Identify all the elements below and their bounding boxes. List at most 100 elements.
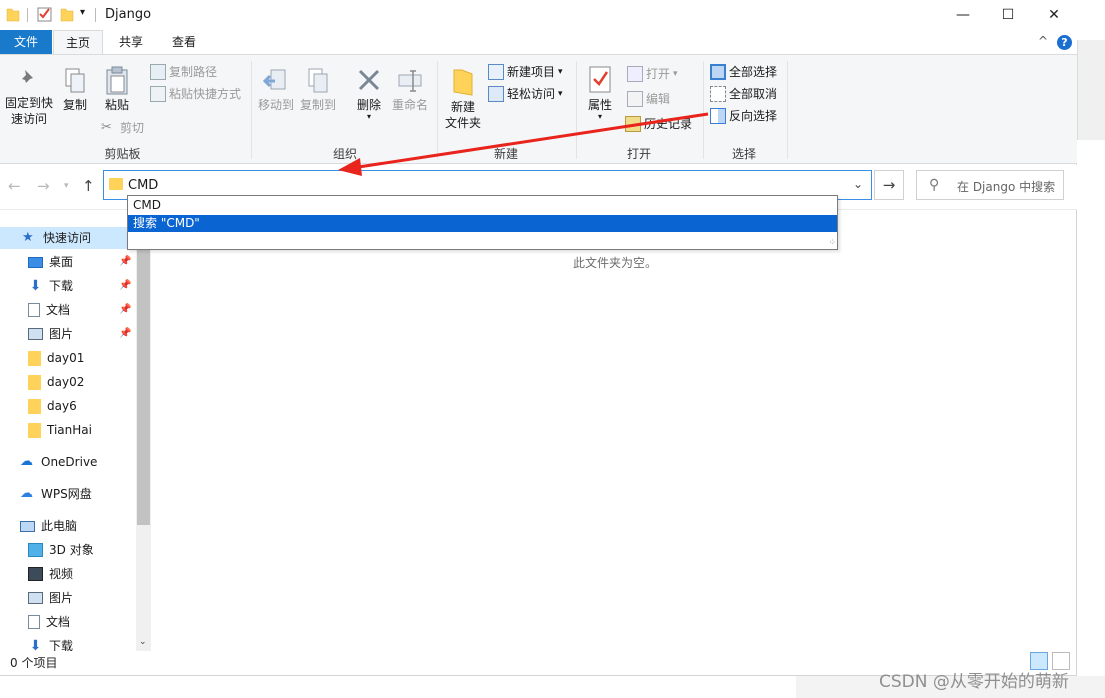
tab-home[interactable]: 主页 [53,30,103,55]
nav-item-pictures[interactable]: 图片 [28,323,73,345]
chevron-down-icon[interactable]: ⌄ [853,177,863,191]
go-arrow-button[interactable]: → [874,170,904,200]
properties-check-icon[interactable] [37,6,53,22]
paste-shortcut-button[interactable]: 粘贴快捷方式 [150,85,241,103]
window-title: Django [105,7,152,22]
copy-label: 复制 [62,98,87,112]
delete-button[interactable]: 删除 ▾ [352,67,386,121]
delete-dropdown-icon[interactable]: ▾ [352,113,386,121]
nav-this-pc[interactable]: 此电脑 [20,515,77,537]
up-arrow-icon[interactable]: ↑ [82,177,95,195]
nav-pc-pictures[interactable]: 图片 [28,587,73,609]
document-icon [28,615,40,629]
rename-icon [398,70,422,92]
invert-selection-label: 反向选择 [729,109,778,123]
group-separator [251,61,252,159]
nav-onedrive[interactable]: ☁ OneDrive [20,451,97,473]
new-folder-label-line2: 文件夹 [444,116,481,130]
new-folder-button[interactable]: 新建 文件夹 [443,67,483,131]
recent-locations-chevron-icon[interactable]: ▾ [64,181,69,191]
tab-file[interactable]: 文件 [0,30,52,54]
background-band [1077,40,1105,140]
tab-share[interactable]: 共享 [106,30,156,54]
nav-item-desktop[interactable]: 桌面 [28,251,73,273]
nav-label: day01 [47,351,85,365]
nav-item-downloads[interactable]: ⬇ 下载 [28,275,73,297]
minimize-button[interactable]: — [940,0,986,30]
cut-button[interactable]: ✂ 剪切 [101,119,144,137]
collapse-ribbon-icon[interactable]: ^ [1038,34,1048,48]
select-all-label: 全部选择 [729,65,778,79]
edit-button[interactable]: 编辑 [627,90,670,108]
nav-pc-documents[interactable]: 文档 [28,611,70,633]
forward-arrow-icon[interactable]: → [37,177,50,195]
properties-dropdown-icon[interactable]: ▾ [583,113,617,121]
copy-to-label: 复制到 [299,98,336,112]
copy-to-button[interactable]: 复制到 [299,67,337,113]
move-to-label: 移动到 [257,98,294,112]
nav-label: WPS网盘 [41,487,92,501]
back-arrow-icon[interactable]: ← [8,177,21,195]
tab-view[interactable]: 查看 [158,30,210,54]
customize-quick-access-icon[interactable]: ▾ [80,7,85,18]
pin-to-quick-access-button[interactable]: 固定到快 速访问 [3,67,55,127]
edit-label: 编辑 [646,92,671,106]
download-arrow-icon: ⬇ [29,638,42,651]
move-to-icon [263,69,286,90]
copy-path-button[interactable]: 复制路径 [150,63,217,81]
close-button[interactable]: ✕ [1031,0,1077,30]
copy-icon [65,68,85,93]
new-item-button[interactable]: 新建项目 ▾ [488,63,563,81]
nav-scrollbar-thumb[interactable] [137,249,150,525]
select-all-button[interactable]: 全部选择 [710,63,777,81]
cube-icon [28,543,43,557]
nav-label: 图片 [49,327,74,341]
easy-access-button[interactable]: 轻松访问 ▾ [488,85,563,103]
search-input[interactable]: ⚲ 在 Django 中搜索 [916,170,1064,200]
cut-label: 剪切 [120,121,145,135]
properties-button[interactable]: 属性 ▾ [583,65,617,121]
new-folder-quick-icon[interactable] [60,6,74,22]
nav-label: OneDrive [41,455,98,469]
resize-grip-icon[interactable]: ⁘ [828,238,835,248]
watermark: CSDN @从零开始的萌新 [879,672,1069,692]
nav-pc-3d-objects[interactable]: 3D 对象 [28,539,94,561]
nav-label: 桌面 [49,255,74,269]
pin-icon: 📌 [119,304,132,315]
nav-item-day6[interactable]: day6 [28,395,77,417]
paste-button[interactable]: 粘贴 [101,65,133,113]
nav-item-day01[interactable]: day01 [28,347,84,369]
open-button[interactable]: 打开 ▾ [627,65,678,83]
nav-pc-downloads[interactable]: ⬇ 下载 [28,635,73,651]
scissors-icon: ✂ [101,120,112,135]
autocomplete-item-search-cmd[interactable]: 搜索 "CMD" [128,215,837,232]
pictures-icon [28,592,43,604]
open-label: 打开 [646,67,671,81]
select-none-button[interactable]: 全部取消 [710,85,777,103]
nav-item-tianhai[interactable]: TianHai [28,419,92,441]
film-icon [28,567,43,581]
empty-folder-message: 此文件夹为空。 [573,256,658,270]
open-group-label: 打开 [626,147,651,161]
separator [95,8,96,22]
organize-group-label: 组织 [332,147,357,161]
nav-wps-drive[interactable]: ☁ WPS网盘 [20,483,92,505]
nav-quick-access-label: 快速访问 [43,231,92,245]
rename-button[interactable]: 重命名 [390,67,430,113]
easy-access-dropdown-icon: ▾ [558,89,563,99]
nav-pc-videos[interactable]: 视频 [28,563,73,585]
delete-label: 删除 [356,98,381,112]
history-button[interactable]: 历史记录 [625,115,692,133]
scroll-down-icon[interactable]: ⌄ [139,637,147,647]
new-item-dropdown-icon: ▾ [558,67,563,77]
nav-quick-access[interactable]: ★ 快速访问 [0,227,136,249]
move-to-button[interactable]: 移动到 [257,67,295,113]
nav-item-day02[interactable]: day02 [28,371,84,393]
group-separator [437,61,438,159]
autocomplete-item-cmd[interactable]: CMD [128,197,837,214]
maximize-button[interactable]: ☐ [985,0,1031,30]
help-icon[interactable]: ? [1057,35,1072,50]
copy-button[interactable]: 复制 [60,67,90,113]
invert-selection-button[interactable]: 反向选择 [710,107,777,125]
nav-item-documents[interactable]: 文档 [28,299,70,321]
